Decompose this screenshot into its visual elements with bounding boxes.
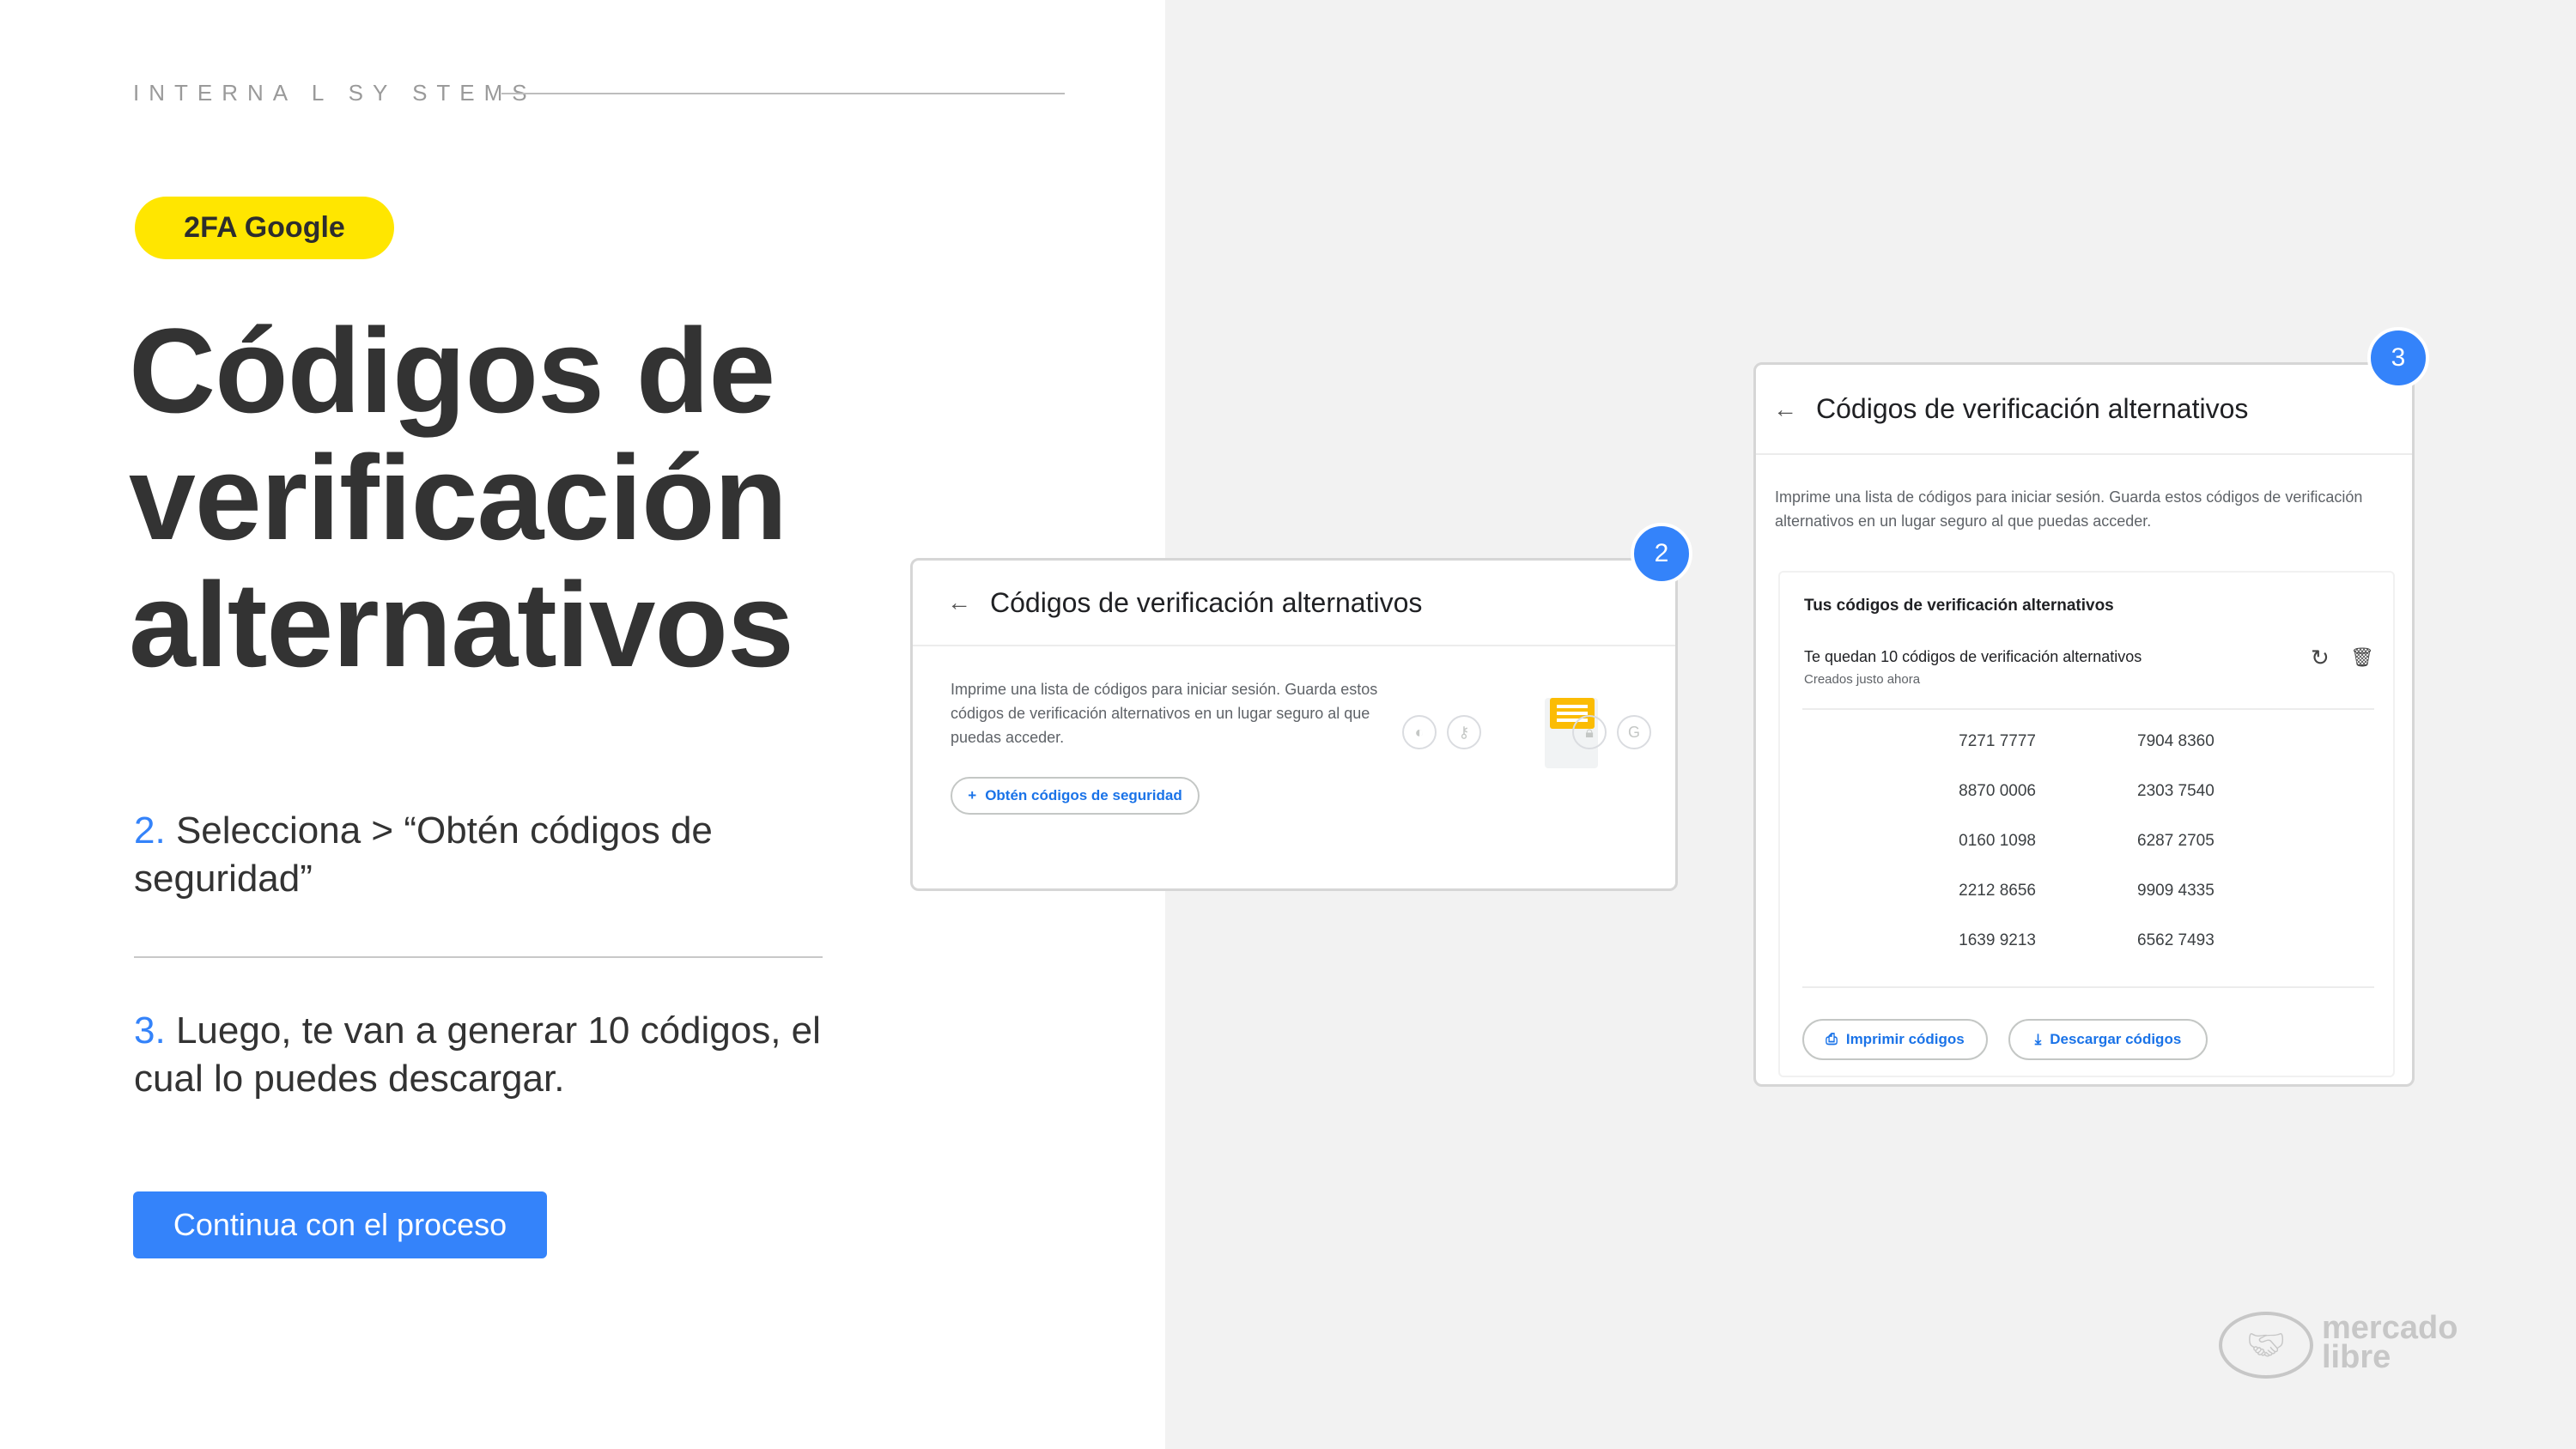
code-row: 1639 9213 6562 7493 (1780, 931, 2397, 981)
step-2: 2. Selecciona > “Obtén códigos de seguri… (134, 807, 752, 903)
backup-code: 9909 4335 (2137, 882, 2215, 900)
codes-box-title: Tus códigos de verificación alternativos (1804, 597, 2114, 615)
backup-code: 1639 9213 (1959, 931, 2036, 949)
plus-icon: + (968, 787, 977, 803)
get-security-codes-label: Obtén códigos de seguridad (985, 787, 1182, 803)
title-line-2: verificación (129, 430, 787, 565)
back-arrow-icon[interactable]: ← (947, 589, 971, 616)
get-codes-card: ← Códigos de verificación alternativos I… (910, 558, 1678, 891)
codes-remaining: Te quedan 10 códigos de verificación alt… (1804, 648, 2142, 665)
refresh-icon[interactable]: ↻ (2311, 645, 2330, 671)
topic-tag: 2FA Google (135, 197, 394, 259)
code-row: 2212 8656 9909 4335 (1780, 882, 2397, 931)
codes-created-time: Creados justo ahora (1804, 672, 1921, 687)
download-codes-button[interactable]: ⤓ Descargar códigos (2008, 1019, 2208, 1060)
back-arrow-icon[interactable]: ← (1773, 396, 1797, 423)
step-3: 3. Luego, te van a generar 10 códigos, e… (134, 1007, 838, 1103)
title-line-1: Códigos de (129, 303, 775, 438)
codes-box: Tus códigos de verificación alternativos… (1778, 571, 2395, 1077)
divider (1802, 708, 2374, 710)
mercado-libre-logo: 🤝︎ mercado libre (2219, 1312, 2468, 1380)
print-codes-label: Imprimir códigos (1845, 1031, 1965, 1047)
card-header: ← Códigos de verificación alternativos (913, 561, 1675, 646)
code-row: 0160 1098 6287 2705 (1780, 832, 2397, 882)
key-icon: ⚷ (1447, 715, 1481, 749)
backup-code: 7904 8360 (2137, 732, 2215, 750)
logo-text-line-2: libre (2322, 1339, 2391, 1375)
step-3-text: Luego, te van a generar 10 códigos, el c… (134, 1009, 821, 1100)
backup-code: 2303 7540 (2137, 782, 2215, 800)
step-3-number: 3. (134, 1009, 166, 1052)
backup-code: 6562 7493 (2137, 931, 2215, 949)
card-description: Imprime una lista de códigos para inicia… (951, 681, 1378, 746)
logo-text-line-1: mercado (2322, 1310, 2458, 1346)
step-2-number: 2. (134, 809, 166, 852)
download-icon: ⤓ (2034, 1031, 2042, 1047)
lock-icon: 🔒︎ (1572, 715, 1607, 749)
card-description: Imprime una lista de códigos para inicia… (1775, 488, 2363, 530)
backup-code: 0160 1098 (1959, 832, 2036, 850)
card-title: Códigos de verificación alternativos (990, 586, 1423, 618)
print-codes-button[interactable]: ⎙ Imprimir códigos (1802, 1019, 1988, 1060)
handshake-icon: 🤝︎ (2219, 1312, 2313, 1379)
printer-icon: ⎙ (1826, 1031, 1838, 1047)
backup-code: 6287 2705 (2137, 832, 2215, 850)
backup-code: 7271 7777 (1959, 732, 2036, 750)
contrast-icon: ◐ (1402, 715, 1437, 749)
card-header: ← Códigos de verificación alternativos (1756, 365, 2412, 455)
card-title: Códigos de verificación alternativos (1816, 393, 2249, 424)
codes-generated-card: ← Códigos de verificación alternativos I… (1753, 362, 2415, 1087)
trash-icon[interactable]: 🗑︎ (2350, 646, 2374, 669)
code-row: 8870 0006 2303 7540 (1780, 782, 2397, 832)
step-2-text: Selecciona > “Obtén códigos de seguridad… (134, 809, 713, 900)
continue-button[interactable]: Continua con el proceso (133, 1191, 547, 1258)
kicker-divider (501, 93, 1065, 94)
security-illustration: ◐ ⚷ 🔒︎ G (1402, 698, 1668, 784)
codes-list: 7271 7777 7904 8360 8870 0006 2303 7540 … (1780, 732, 2397, 981)
step-badge-2: 2 (1631, 523, 1692, 585)
backup-code: 8870 0006 (1959, 782, 2036, 800)
step-badge-3: 3 (2367, 327, 2429, 389)
get-security-codes-button[interactable]: + Obtén códigos de seguridad (951, 777, 1200, 815)
download-codes-label: Descargar códigos (2050, 1031, 2182, 1047)
code-row: 7271 7777 7904 8360 (1780, 732, 2397, 782)
divider (1802, 986, 2374, 988)
section-kicker: INTERNA L SY STEMS (133, 80, 537, 106)
logo-text: mercado libre (2322, 1310, 2458, 1375)
backup-code: 2212 8656 (1959, 882, 2036, 900)
steps-divider (134, 956, 823, 958)
google-icon: G (1617, 715, 1651, 749)
